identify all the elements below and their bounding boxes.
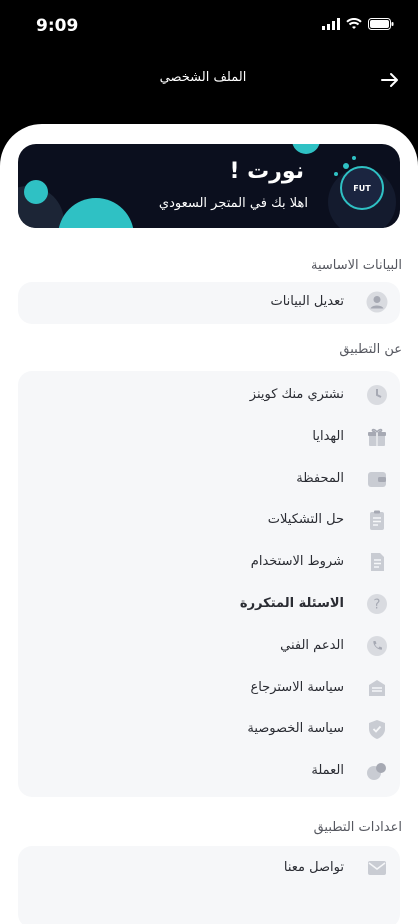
- battery-icon: [368, 18, 394, 30]
- phone-icon: [367, 635, 387, 656]
- clock-icon: [367, 385, 387, 405]
- question-icon: ?: [367, 593, 387, 614]
- list-item-squad-solutions[interactable]: حل التشكيلات: [18, 500, 400, 542]
- return-icon: [369, 679, 385, 696]
- list-item-privacy-policy[interactable]: سياسة الخصوصية: [18, 709, 400, 751]
- status-bar: 9:09: [0, 0, 418, 48]
- welcome-banner: نورت ! اهلا بك في المتجر السعودي FUT: [18, 144, 400, 228]
- list-item-label: تواصل معنا: [283, 860, 344, 875]
- back-button[interactable]: [376, 66, 404, 94]
- settings-card: تواصل معنا: [18, 846, 400, 924]
- arrow-right-icon: [381, 73, 398, 87]
- list-item-contact-us[interactable]: تواصل معنا: [18, 848, 400, 890]
- list-item-label: شروط الاستخدام: [250, 554, 344, 570]
- list-item-label: سياسة الاسترجاع: [250, 679, 344, 695]
- about-card: نشتري منك كوينز الهدايا المحفظة حل التشك…: [18, 371, 400, 797]
- coins-icon: [367, 763, 386, 781]
- clipboard-icon: [370, 510, 384, 531]
- app-bar: الملف الشخصي: [0, 58, 418, 102]
- list-item-faq[interactable]: ? الاسئلة المتكررة: [18, 584, 400, 626]
- list-item-label: الهدايا: [312, 428, 344, 444]
- section-title-settings: اعدادات التطبيق: [313, 820, 402, 835]
- list-item-sell-coins[interactable]: نشتري منك كوينز: [18, 375, 400, 417]
- mail-icon: [368, 861, 386, 875]
- list-item-gifts[interactable]: الهدايا: [18, 417, 400, 459]
- list-item-label: حل التشكيلات: [267, 512, 344, 528]
- signal-icon: [322, 18, 340, 30]
- list-item-label: نشتري منك كوينز: [249, 387, 344, 402]
- status-time: 9:09: [36, 16, 79, 36]
- list-item-currency[interactable]: العملة: [18, 751, 400, 793]
- list-item-wallet[interactable]: المحفظة: [18, 459, 400, 501]
- basic-card: تعديل البيانات: [18, 282, 400, 324]
- list-item-edit-profile[interactable]: تعديل البيانات: [18, 282, 400, 324]
- status-icons: [322, 18, 394, 30]
- list-item-label: الدعم الفني: [280, 637, 344, 653]
- document-icon: [371, 553, 384, 572]
- section-title-about: عن التطبيق: [339, 342, 402, 357]
- list-item-label: تعديل البيانات: [270, 294, 344, 309]
- section-title-basic: البيانات الاساسية: [311, 258, 402, 273]
- banner-title: نورت !: [229, 159, 304, 184]
- list-item-support[interactable]: الدعم الفني: [18, 626, 400, 668]
- page-title: الملف الشخصي: [159, 70, 247, 85]
- list-item-label: الاسئلة المتكررة: [239, 595, 344, 611]
- list-item-terms[interactable]: شروط الاستخدام: [18, 542, 400, 584]
- gift-icon: [368, 428, 386, 446]
- svg-text:?: ?: [374, 597, 381, 612]
- wifi-icon: [346, 18, 362, 29]
- store-logo: FUT: [340, 166, 384, 210]
- list-item-label: العملة: [311, 763, 344, 779]
- wallet-icon: [368, 471, 386, 487]
- list-item-label: المحفظة: [296, 470, 344, 486]
- list-item-label: سياسة الخصوصية: [247, 721, 344, 737]
- list-item-refund-policy[interactable]: سياسة الاسترجاع: [18, 668, 400, 710]
- banner-subtitle: اهلا بك في المتجر السعودي: [158, 196, 308, 211]
- user-icon: [366, 291, 388, 313]
- profile-sheet: نورت ! اهلا بك في المتجر السعودي FUT الب…: [0, 124, 418, 924]
- shield-icon: [369, 720, 385, 740]
